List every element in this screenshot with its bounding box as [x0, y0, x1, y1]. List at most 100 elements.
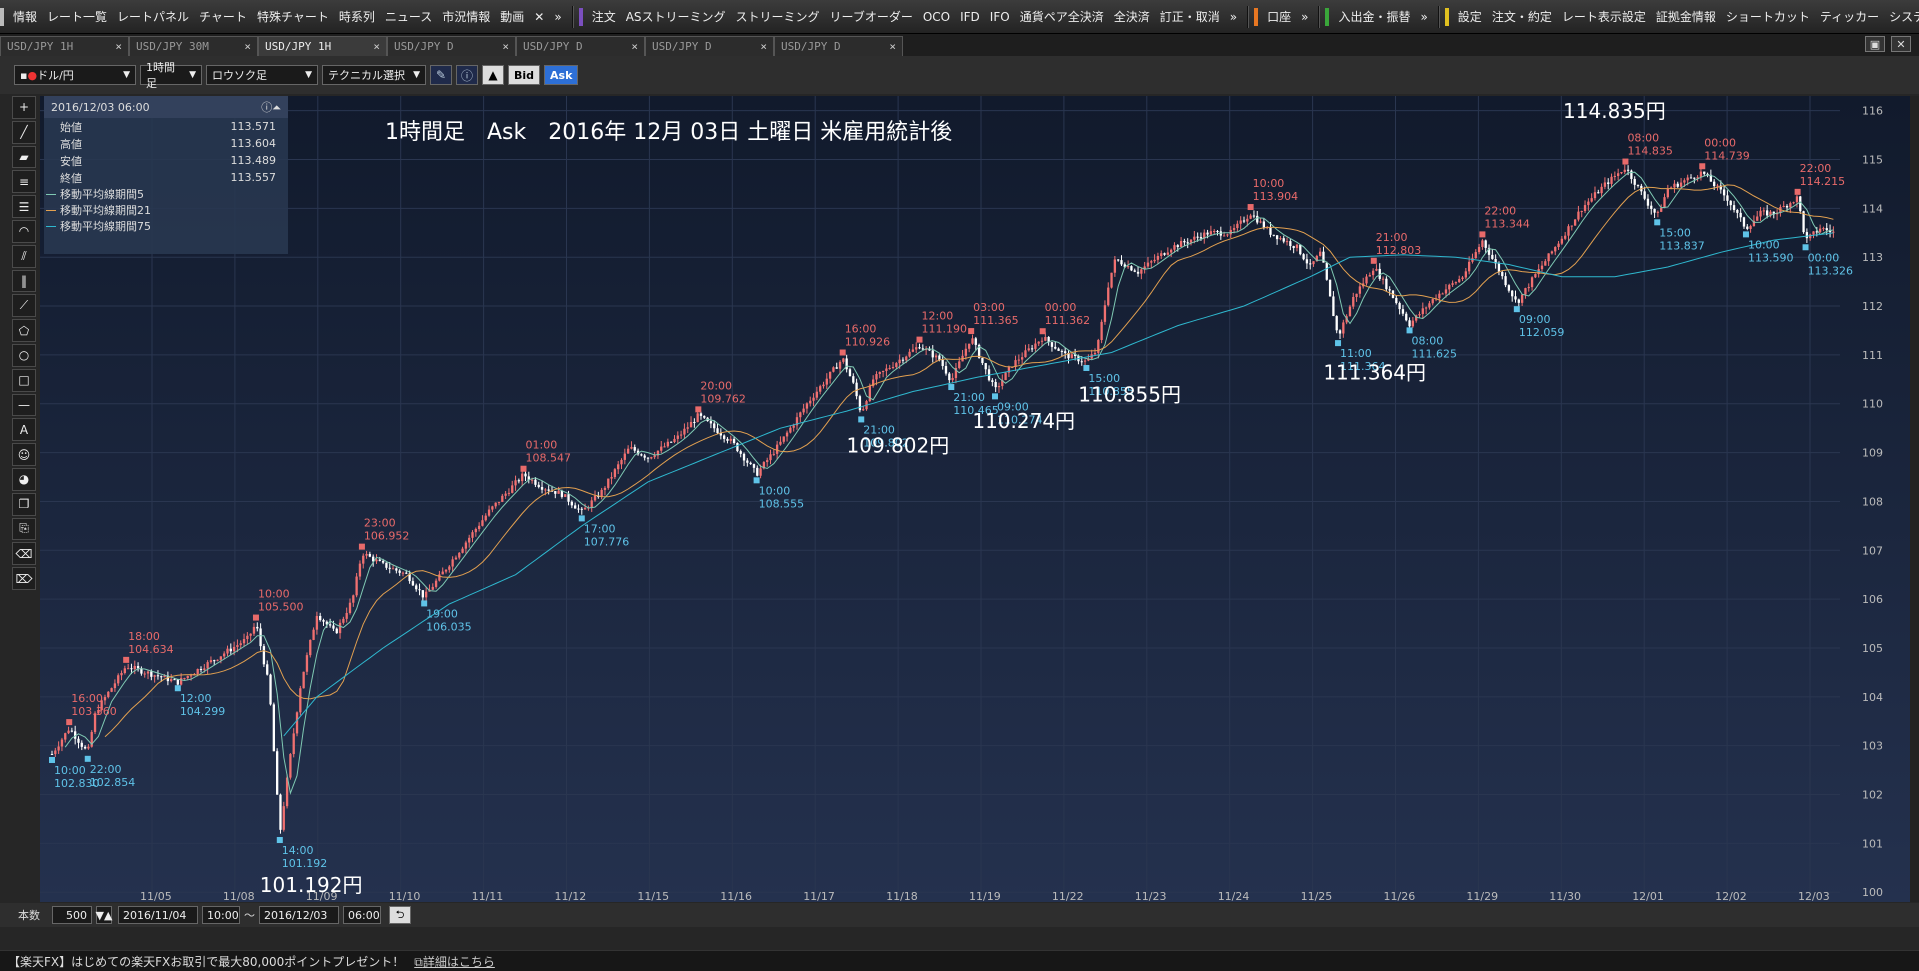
- technical-select[interactable]: テクニカル選択 ▼: [322, 65, 426, 85]
- menu-item[interactable]: 設定: [1453, 8, 1487, 25]
- candle-body: [352, 595, 355, 603]
- chart-background: [40, 96, 1910, 902]
- menu-item[interactable]: IFD: [955, 10, 985, 24]
- menu-item[interactable]: チャート: [194, 8, 252, 25]
- candle-body: [1444, 289, 1448, 294]
- tab-close-icon[interactable]: ×: [115, 40, 122, 53]
- tab-close-icon[interactable]: ×: [889, 40, 896, 53]
- info-collapse-icon[interactable]: ⓘ⏶: [261, 99, 281, 115]
- ohlc-header: 2016/12/03 06:00 ⓘ⏶: [44, 96, 288, 118]
- tab-2[interactable]: USD/JPY 1H ×: [258, 36, 387, 56]
- menu-item[interactable]: ショートカット: [1721, 8, 1815, 25]
- menu-item[interactable]: ニュース: [380, 8, 437, 25]
- pentagon-icon[interactable]: ⬠: [12, 319, 36, 342]
- menu-item[interactable]: 市況情報: [437, 8, 495, 25]
- menu-item[interactable]: 口座: [1262, 8, 1296, 25]
- menu-item[interactable]: 特殊チャート: [252, 8, 334, 25]
- menu-item[interactable]: 時系列: [334, 8, 380, 25]
- area-chart-icon[interactable]: ▲: [482, 65, 504, 85]
- from-date-input[interactable]: 2016/11/04: [118, 906, 198, 924]
- count-stepper[interactable]: ▼▲: [96, 906, 112, 924]
- menu-item[interactable]: システム: [1884, 8, 1919, 25]
- tab-close-icon[interactable]: ×: [760, 40, 767, 53]
- menu-item[interactable]: IFO: [985, 10, 1015, 24]
- ruler-icon[interactable]: ▰: [12, 145, 36, 169]
- menu-item[interactable]: 入出金・振替: [1333, 8, 1415, 25]
- menu-item[interactable]: ストリーミング: [731, 8, 825, 25]
- copy-icon[interactable]: ❐: [12, 492, 36, 516]
- candle-body: [888, 367, 891, 369]
- candle-body: [994, 381, 997, 388]
- candle-body: [54, 750, 57, 755]
- menu-item[interactable]: 動画: [495, 8, 529, 25]
- more-icon[interactable]: »: [1225, 10, 1242, 24]
- tab-close-icon[interactable]: ×: [373, 40, 380, 53]
- eraser-icon[interactable]: ⌫: [12, 542, 36, 566]
- vertical-lines-icon[interactable]: ‖: [12, 269, 36, 293]
- info-icon[interactable]: ⓘ: [456, 65, 478, 85]
- horizontal-lines-icon[interactable]: ≡: [12, 170, 36, 194]
- tab-4[interactable]: USD/JPY D ×: [516, 36, 645, 56]
- menu-item[interactable]: ASストリーミング: [621, 8, 731, 25]
- tab-3[interactable]: USD/JPY D ×: [387, 36, 516, 56]
- more-icon[interactable]: »: [1415, 10, 1432, 24]
- menu-item[interactable]: 注文: [587, 8, 621, 25]
- to-date-input[interactable]: 2016/12/03: [259, 906, 339, 924]
- details-link[interactable]: ⧉詳細はこちら: [414, 953, 495, 970]
- menu-item[interactable]: リーブオーダー: [825, 8, 918, 25]
- eraser-all-icon[interactable]: ⌦: [12, 567, 36, 590]
- from-time-input[interactable]: 10:00: [202, 906, 240, 924]
- menu-item[interactable]: OCO: [918, 10, 955, 24]
- tab-close-icon[interactable]: ×: [244, 40, 251, 53]
- text-icon[interactable]: A: [12, 418, 36, 442]
- more-icon[interactable]: »: [549, 10, 566, 24]
- menu-item[interactable]: レート表示設定: [1557, 8, 1651, 25]
- fibonacci-arc-icon[interactable]: ◠: [12, 219, 36, 243]
- tab-0[interactable]: USD/JPY 1H ×: [0, 36, 129, 56]
- tab-5[interactable]: USD/JPY D ×: [645, 36, 774, 56]
- candle-body: [226, 648, 229, 654]
- menu-item[interactable]: 注文・約定: [1487, 8, 1557, 25]
- horizontal-line-icon[interactable]: —: [12, 393, 36, 417]
- rectangle-icon[interactable]: □: [12, 368, 36, 392]
- menu-item[interactable]: ティッカー: [1815, 8, 1884, 25]
- fibonacci-fan-icon[interactable]: ⫽: [12, 244, 36, 268]
- chart-type-select[interactable]: ロウソク足 ▼: [206, 65, 318, 85]
- tab-6[interactable]: USD/JPY D ×: [774, 36, 903, 56]
- menu-item[interactable]: レート一覧: [42, 8, 112, 25]
- price-chart[interactable]: 100 101 102 103 104 105 106 107 108 109 110 111 112 1…: [40, 96, 1910, 902]
- pencil-icon[interactable]: ✎: [430, 65, 452, 85]
- count-input[interactable]: 500: [52, 906, 92, 924]
- pair-select[interactable]: ▪●ドル/円 ▼: [14, 65, 136, 85]
- timeframe-select[interactable]: 1時間足 ▼: [140, 61, 202, 90]
- menu-item[interactable]: 全決済: [1109, 8, 1155, 25]
- menu-item[interactable]: レートパネル: [112, 8, 194, 25]
- crosshair-icon[interactable]: +: [12, 96, 36, 119]
- bid-button[interactable]: Bid: [508, 65, 541, 85]
- close-icon[interactable]: ✕: [529, 10, 549, 24]
- refresh-icon[interactable]: ⮌: [389, 906, 411, 924]
- close-window-icon[interactable]: ✕: [1891, 36, 1911, 52]
- menu-item[interactable]: 情報: [8, 8, 42, 25]
- tab-close-icon[interactable]: ×: [502, 40, 509, 53]
- icon-stamp-icon[interactable]: ☺: [12, 443, 36, 466]
- tab-1[interactable]: USD/JPY 30M ×: [129, 36, 258, 56]
- more-icon[interactable]: »: [1296, 10, 1313, 24]
- restore-icon[interactable]: ▣: [1865, 36, 1885, 52]
- paste-icon[interactable]: ⎘: [12, 517, 36, 541]
- parallel-lines-icon[interactable]: ☰: [12, 195, 36, 218]
- menu-item[interactable]: 通貨ペア全決済: [1015, 8, 1109, 25]
- candle-body: [1693, 177, 1696, 179]
- gann-fan-icon[interactable]: ⟋: [12, 294, 36, 318]
- vertical-scrollbar[interactable]: [1910, 96, 1919, 902]
- trend-line-icon[interactable]: ╱: [12, 120, 36, 144]
- menu-item[interactable]: 証拠金情報: [1651, 8, 1721, 25]
- candle-body: [1477, 246, 1481, 253]
- menu-item[interactable]: 訂正・取消: [1155, 8, 1225, 25]
- paint-icon[interactable]: ◕: [12, 467, 36, 491]
- chart-area[interactable]: 100 101 102 103 104 105 106 107 108 109 110 111 112 1…: [40, 96, 1910, 902]
- circle-icon[interactable]: ○: [12, 343, 36, 367]
- to-time-input[interactable]: 06:00: [343, 906, 381, 924]
- ask-button[interactable]: Ask: [544, 65, 579, 85]
- tab-close-icon[interactable]: ×: [631, 40, 638, 53]
